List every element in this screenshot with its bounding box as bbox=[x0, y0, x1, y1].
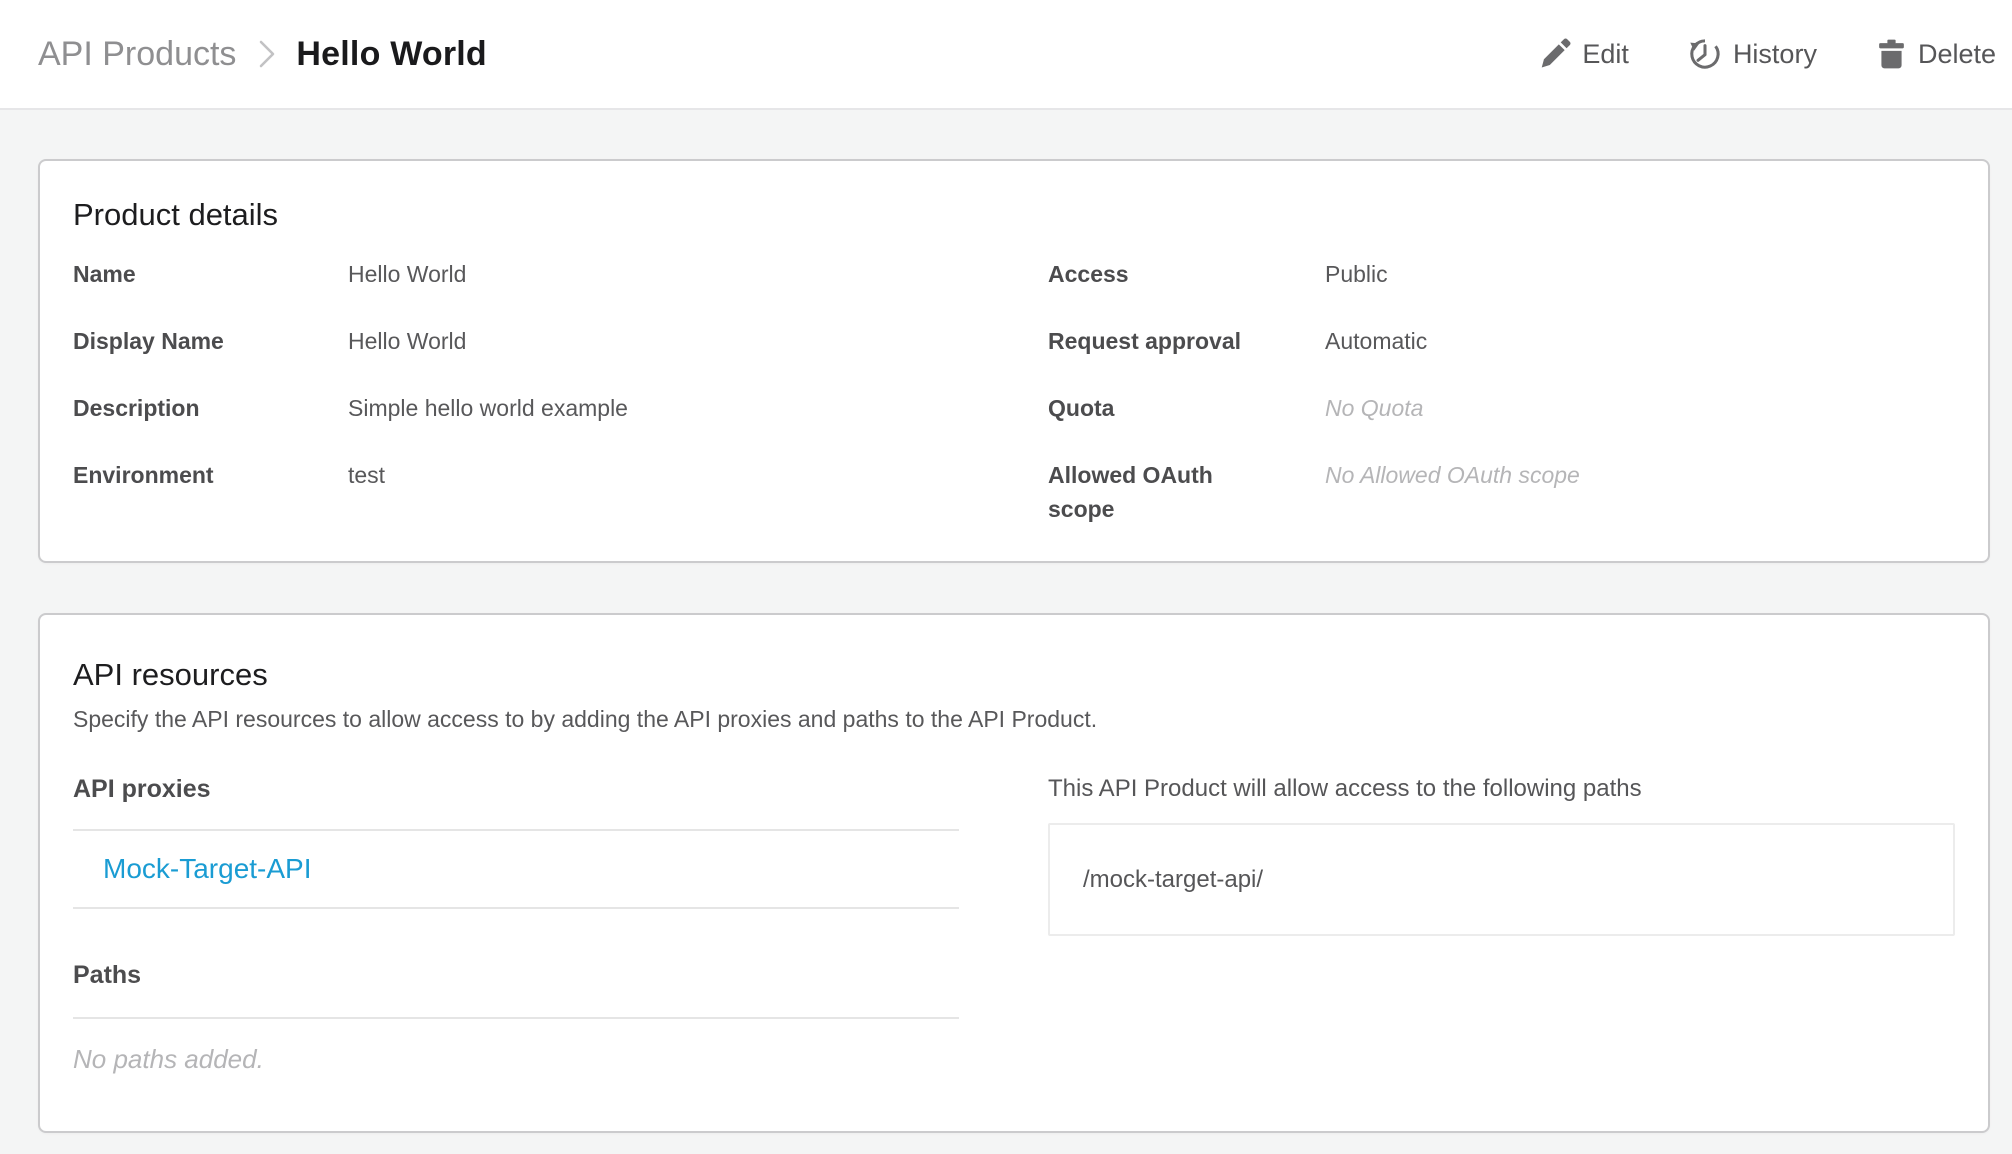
product-details-title: Product details bbox=[73, 197, 279, 232]
detail-label: Environment bbox=[73, 462, 214, 488]
breadcrumb: API Products Hello World bbox=[38, 35, 487, 74]
chevron-right-icon bbox=[256, 36, 278, 72]
header-actions: Edit History Delete bbox=[1538, 36, 1996, 72]
product-details-grid: Name Hello World Display Name Hello Worl… bbox=[73, 257, 1955, 559]
detail-label: Quota bbox=[1048, 395, 1115, 421]
proxy-link-mock-target-api[interactable]: Mock-Target-API bbox=[103, 853, 312, 884]
trash-icon bbox=[1875, 37, 1908, 72]
detail-label: Allowed OAuth scope bbox=[1048, 462, 1213, 522]
edit-button-label: Edit bbox=[1582, 38, 1629, 69]
product-details-card: Product details Name Hello World Display… bbox=[38, 159, 1990, 563]
detail-value: Simple hello world example bbox=[348, 395, 628, 421]
history-button[interactable]: History bbox=[1687, 36, 1817, 72]
divider bbox=[73, 907, 959, 909]
allowed-path-item: /mock-target-api/ bbox=[1083, 865, 1264, 893]
allowed-paths-box: /mock-target-api/ bbox=[1048, 823, 1955, 936]
paths-empty-text: No paths added. bbox=[73, 1044, 264, 1074]
allowed-paths-title: This API Product will allow access to th… bbox=[1048, 775, 1642, 802]
details-left-column: Name Hello World Display Name Hello Worl… bbox=[73, 257, 1048, 559]
paths-title: Paths bbox=[73, 961, 142, 989]
history-button-label: History bbox=[1732, 38, 1817, 69]
detail-row-description: Description Simple hello world example bbox=[73, 391, 1048, 425]
breadcrumb-api-products[interactable]: API Products bbox=[38, 35, 236, 74]
detail-row-request-approval: Request approval Automatic bbox=[1048, 324, 1955, 358]
detail-value: Public bbox=[1325, 261, 1388, 287]
detail-label: Description bbox=[73, 395, 200, 421]
history-clock-icon bbox=[1687, 36, 1723, 72]
page-header: API Products Hello World Edit History De… bbox=[0, 0, 2012, 110]
detail-row-environment: Environment test bbox=[73, 458, 1048, 492]
api-resources-card: API resources Specify the API resources … bbox=[38, 613, 1990, 1133]
divider bbox=[73, 1017, 959, 1019]
allowed-paths-column: This API Product will allow access to th… bbox=[1048, 771, 1955, 1077]
detail-label: Name bbox=[73, 261, 136, 287]
detail-value: No Allowed OAuth scope bbox=[1325, 462, 1580, 488]
detail-label: Access bbox=[1048, 261, 1129, 287]
detail-row-quota: Quota No Quota bbox=[1048, 391, 1955, 425]
api-resources-subtitle: Specify the API resources to allow acces… bbox=[73, 706, 1098, 732]
detail-value: Automatic bbox=[1325, 328, 1428, 354]
api-resources-title: API resources bbox=[73, 657, 268, 692]
detail-row-access: Access Public bbox=[1048, 257, 1955, 291]
detail-label: Request approval bbox=[1048, 328, 1241, 354]
detail-value: No Quota bbox=[1325, 395, 1424, 421]
detail-row-allowed-oauth-scope: Allowed OAuth scope No Allowed OAuth sco… bbox=[1048, 458, 1955, 526]
details-right-column: Access Public Request approval Automatic… bbox=[1048, 257, 1955, 559]
pencil-icon bbox=[1538, 37, 1572, 71]
api-proxies-title: API proxies bbox=[73, 775, 211, 803]
page-body: Product details Name Hello World Display… bbox=[0, 110, 2012, 1133]
detail-value: Hello World bbox=[348, 328, 467, 354]
delete-button[interactable]: Delete bbox=[1875, 37, 1996, 72]
detail-value: Hello World bbox=[348, 261, 467, 287]
detail-row-name: Name Hello World bbox=[73, 257, 1048, 291]
list-item: Mock-Target-API bbox=[73, 831, 959, 907]
delete-button-label: Delete bbox=[1917, 38, 1996, 69]
detail-row-display-name: Display Name Hello World bbox=[73, 324, 1048, 358]
breadcrumb-current: Hello World bbox=[296, 34, 487, 73]
detail-value: test bbox=[348, 462, 386, 488]
detail-label: Display Name bbox=[73, 328, 224, 354]
proxies-and-paths-column: API proxies Mock-Target-API Paths No pat… bbox=[73, 771, 959, 1077]
api-resources-columns: API proxies Mock-Target-API Paths No pat… bbox=[73, 771, 1955, 1077]
edit-button[interactable]: Edit bbox=[1538, 37, 1629, 71]
